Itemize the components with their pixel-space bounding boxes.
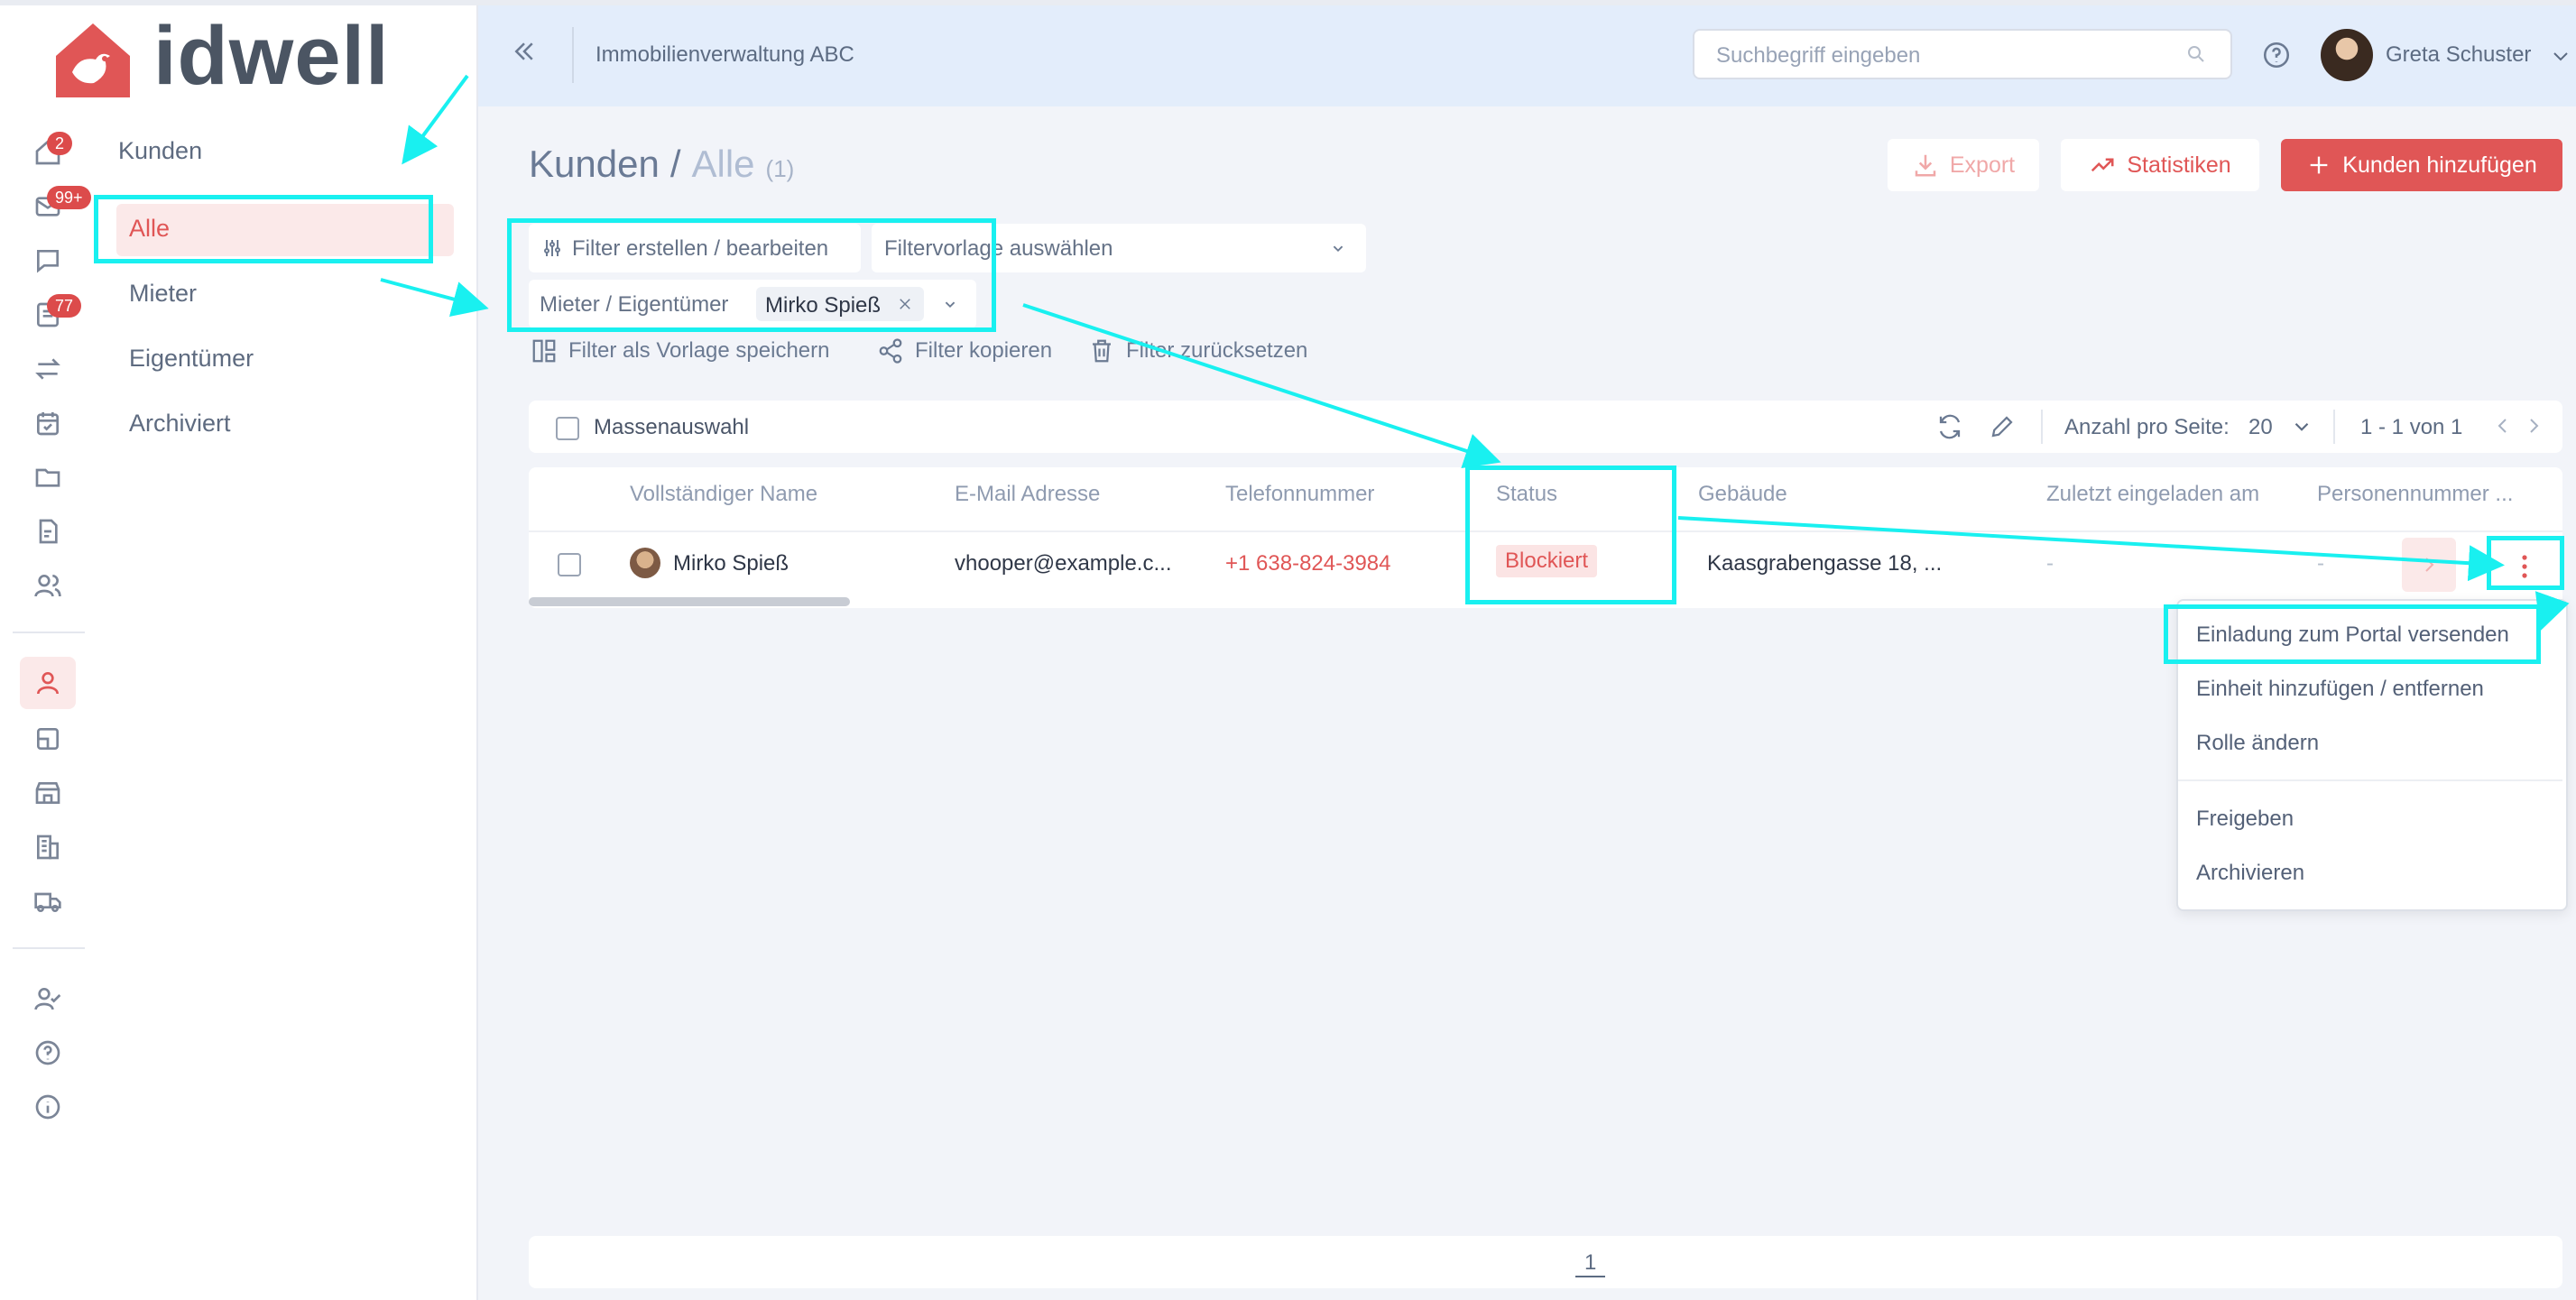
annotation-arrows <box>380 74 2570 632</box>
